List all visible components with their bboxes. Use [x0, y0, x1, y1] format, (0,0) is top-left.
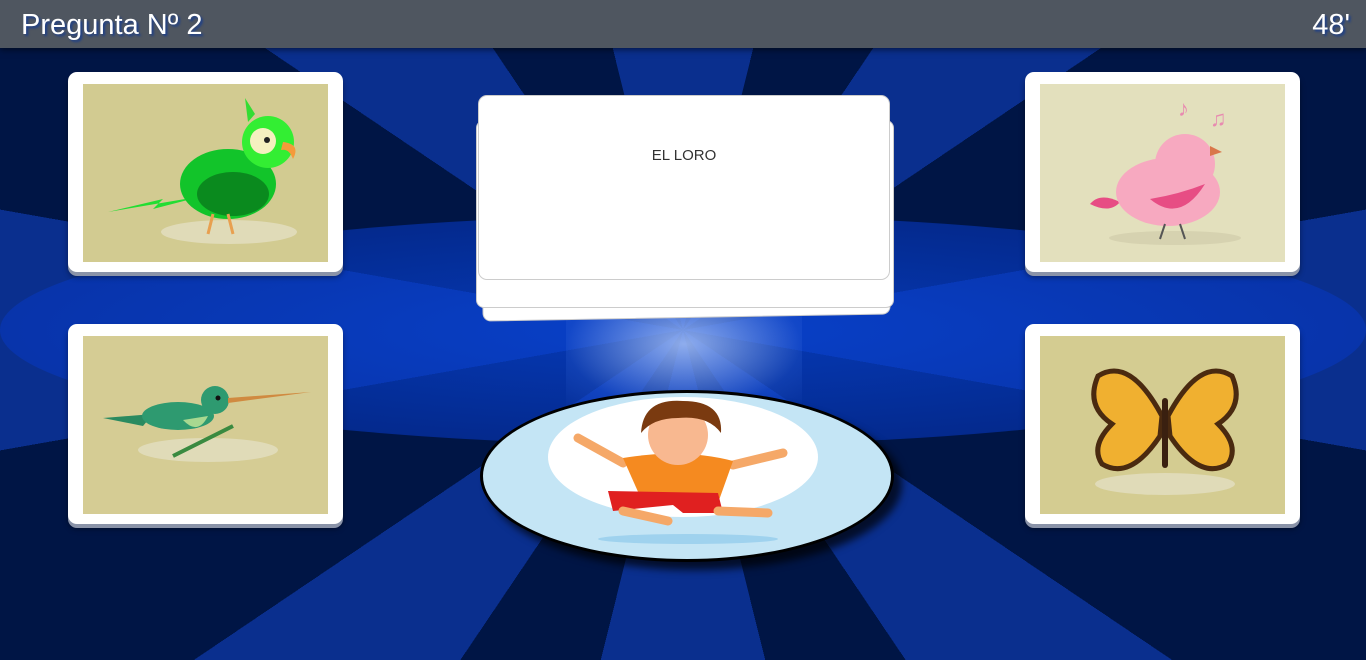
option-card-butterfly[interactable]	[1025, 324, 1300, 524]
parrot-image	[83, 84, 328, 262]
butterfly-image	[1040, 336, 1285, 514]
jumping-boy-image	[548, 397, 818, 544]
svg-text:♫: ♫	[1210, 106, 1227, 131]
question-text: EL LORO	[651, 147, 717, 164]
hummingbird-image	[83, 336, 328, 514]
option-card-parrot[interactable]	[68, 72, 343, 272]
top-bar: Pregunta Nº 2 48'	[0, 0, 1366, 48]
svg-text:♪: ♪	[1178, 96, 1189, 121]
character-plate	[480, 390, 894, 562]
pink-bird-image: ♪ ♫	[1040, 84, 1285, 262]
option-card-pink-bird[interactable]: ♪ ♫	[1025, 72, 1300, 272]
timer: 48'	[1312, 9, 1350, 41]
question-number: Pregunta Nº 2	[21, 9, 203, 41]
option-card-hummingbird[interactable]	[68, 324, 343, 524]
question-card: EL LORO	[478, 95, 890, 280]
